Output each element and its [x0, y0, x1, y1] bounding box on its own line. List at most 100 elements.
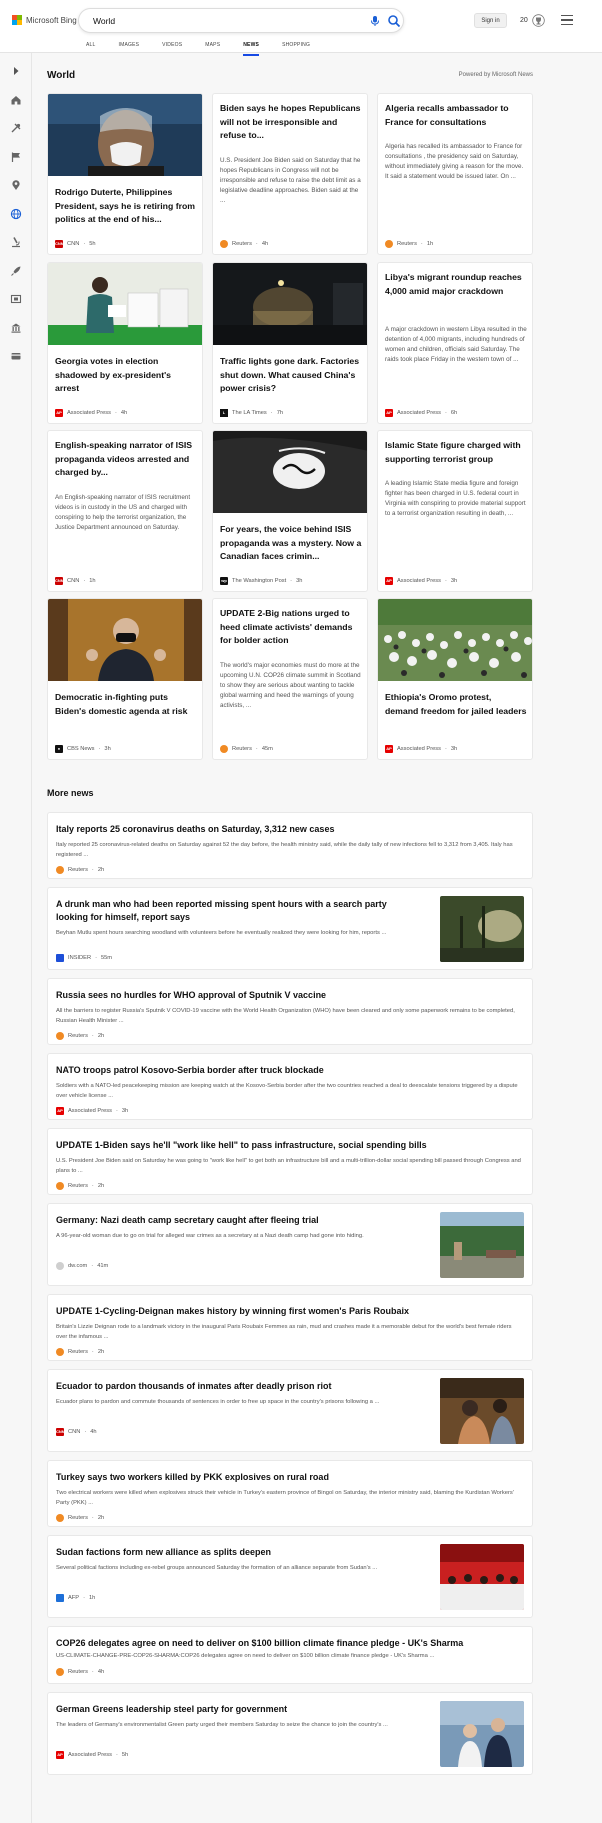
item-title[interactable]: Ecuador to pardon thousands of inmates a… — [56, 1380, 406, 1393]
tab-images[interactable]: IMAGES — [119, 40, 140, 50]
item-title[interactable]: Italy reports 25 coronavirus deaths on S… — [56, 823, 522, 836]
more-news-item[interactable]: UPDATE 1-Cycling-Deignan makes history b… — [47, 1294, 533, 1361]
home-icon[interactable] — [10, 94, 22, 106]
publish-time: 6h — [450, 410, 458, 416]
flag-icon[interactable] — [10, 151, 22, 163]
card-title[interactable]: Biden says he hopes Republicans will not… — [220, 102, 362, 143]
card-title[interactable]: Democratic in-fighting puts Biden's dome… — [55, 691, 197, 718]
cnn-logo-icon: CNN — [56, 1428, 65, 1436]
ap-logo-icon: AP — [385, 409, 393, 417]
rewards-count: 20 — [520, 17, 528, 24]
item-title[interactable]: Turkey says two workers killed by PKK ex… — [56, 1471, 522, 1484]
item-description: Italy reported 25 coronavirus-related de… — [56, 842, 513, 858]
credit-card-icon[interactable] — [10, 350, 22, 362]
item-description: Britain's Lizzie Deignan rode to a landm… — [56, 1324, 512, 1340]
rocket-icon[interactable] — [10, 265, 22, 277]
more-news-item[interactable]: NATO troops patrol Kosovo-Serbia border … — [47, 1053, 533, 1120]
news-card[interactable]: Georgia votes in election shadowed by ex… — [47, 262, 203, 424]
more-news-item[interactable]: UPDATE 1-Biden says he'll "work like hel… — [47, 1128, 533, 1195]
card-description: U.S. President Joe Biden said on Saturda… — [220, 157, 361, 204]
item-title[interactable]: UPDATE 1-Cycling-Deignan makes history b… — [56, 1305, 522, 1318]
rewards-trophy-icon[interactable] — [532, 14, 545, 27]
news-card[interactable]: Democratic in-fighting puts Biden's dome… — [47, 598, 203, 760]
card-source: L The LA Times · 7h — [220, 409, 283, 417]
bank-icon[interactable] — [10, 322, 22, 334]
news-card[interactable]: Biden says he hopes Republicans will not… — [212, 93, 368, 255]
card-title[interactable]: Libya's migrant roundup reaches 4,000 am… — [385, 271, 527, 298]
more-news-item[interactable]: Germany: Nazi death camp secretary caugh… — [47, 1203, 533, 1286]
powered-by-label: Powered by Microsoft News — [458, 72, 533, 78]
card-title[interactable]: Algeria recalls ambassador to France for… — [385, 102, 527, 129]
tools-icon[interactable] — [10, 122, 22, 134]
item-source: AP Associated Press · 3h — [56, 1107, 129, 1115]
hamburger-menu-icon[interactable] — [561, 15, 573, 25]
news-card[interactable]: Islamic State figure charged with suppor… — [377, 430, 533, 592]
card-title[interactable]: Traffic lights gone dark. Factories shut… — [220, 355, 362, 396]
item-title[interactable]: COP26 delegates agree on need to deliver… — [56, 1637, 522, 1650]
card-title[interactable]: Rodrigo Duterte, Philippines President, … — [55, 186, 197, 227]
card-source: Reuters · 4h — [220, 240, 268, 248]
news-card[interactable]: Algeria recalls ambassador to France for… — [377, 93, 533, 255]
ap-logo-icon: AP — [385, 577, 393, 585]
chevron-right-icon[interactable] — [10, 65, 22, 77]
news-card[interactable]: Libya's migrant roundup reaches 4,000 am… — [377, 262, 533, 424]
film-icon[interactable] — [10, 293, 22, 305]
publish-time: 3h — [450, 746, 458, 752]
item-title[interactable]: NATO troops patrol Kosovo-Serbia border … — [56, 1064, 522, 1077]
source-name: Reuters — [232, 746, 252, 752]
item-title[interactable]: Russia sees no hurdles for WHO approval … — [56, 989, 522, 1002]
news-card[interactable]: For years, the voice behind ISIS propaga… — [212, 430, 368, 592]
news-card[interactable]: Ethiopia's Oromo protest, demand freedom… — [377, 598, 533, 760]
more-news-item[interactable]: German Greens leadership steel party for… — [47, 1692, 533, 1775]
cnn-logo-icon: CNN — [55, 240, 64, 248]
item-title[interactable]: German Greens leadership steel party for… — [56, 1703, 406, 1716]
microphone-icon[interactable] — [369, 15, 381, 27]
more-news-item[interactable]: Sudan factions form new alliance as spli… — [47, 1535, 533, 1618]
card-title[interactable]: UPDATE 2-Big nations urged to heed clima… — [220, 607, 362, 648]
tab-maps[interactable]: MAPS — [205, 40, 220, 50]
item-title[interactable]: Germany: Nazi death camp secretary caugh… — [56, 1214, 406, 1227]
card-description: The world's major economies must do more… — [220, 662, 361, 709]
publish-time: 45m — [261, 746, 273, 752]
search-input[interactable] — [93, 13, 323, 29]
ap-logo-icon: AP — [55, 409, 63, 417]
card-title[interactable]: For years, the voice behind ISIS propaga… — [220, 523, 362, 564]
more-news-item[interactable]: COP26 delegates agree on need to deliver… — [47, 1626, 533, 1684]
source-name: The Washington Post — [232, 578, 287, 584]
more-news-item[interactable]: Russia sees no hurdles for WHO approval … — [47, 978, 533, 1045]
source-name: Associated Press — [397, 578, 441, 584]
tab-shopping[interactable]: SHOPPING — [282, 40, 310, 50]
card-title[interactable]: Georgia votes in election shadowed by ex… — [55, 355, 197, 396]
card-title[interactable]: English-speaking narrator of ISIS propag… — [55, 439, 197, 480]
more-news-item[interactable]: Turkey says two workers killed by PKK ex… — [47, 1460, 533, 1527]
card-source: CNN CNN · 5h — [55, 240, 96, 248]
tab-videos[interactable]: VIDEOS — [162, 40, 182, 50]
section-title-world: World — [47, 70, 76, 81]
reuters-logo-icon — [56, 1668, 64, 1676]
tab-news[interactable]: NEWS — [243, 40, 259, 56]
item-title[interactable]: Sudan factions form new alliance as spli… — [56, 1546, 406, 1559]
item-source: AFP · 1h — [56, 1594, 95, 1602]
item-title[interactable]: A drunk man who had been reported missin… — [56, 898, 406, 924]
card-title[interactable]: Islamic State figure charged with suppor… — [385, 439, 527, 466]
sign-in-button[interactable]: Sign in — [474, 13, 507, 28]
item-title[interactable]: UPDATE 1-Biden says he'll "work like hel… — [56, 1139, 522, 1152]
afp-logo-icon — [56, 1594, 64, 1602]
section-title-more-news: More news — [47, 788, 94, 798]
map-pin-icon[interactable] — [10, 179, 22, 191]
news-card[interactable]: Traffic lights gone dark. Factories shut… — [212, 262, 368, 424]
tab-all[interactable]: ALL — [86, 40, 96, 50]
more-news-item[interactable]: Italy reports 25 coronavirus deaths on S… — [47, 812, 533, 879]
globe-icon[interactable] — [10, 208, 22, 220]
search-icon[interactable] — [387, 14, 401, 28]
item-source: Reuters · 2h — [56, 866, 104, 874]
news-card[interactable]: UPDATE 2-Big nations urged to heed clima… — [212, 598, 368, 760]
news-card[interactable]: English-speaking narrator of ISIS propag… — [47, 430, 203, 592]
more-news-item[interactable]: A drunk man who had been reported missin… — [47, 887, 533, 970]
item-description: Ecuador plans to pardon and commute thou… — [56, 1399, 380, 1405]
card-title[interactable]: Ethiopia's Oromo protest, demand freedom… — [385, 691, 527, 718]
more-news-item[interactable]: Ecuador to pardon thousands of inmates a… — [47, 1369, 533, 1452]
bing-logo[interactable]: Microsoft Bing — [12, 15, 77, 25]
microscope-icon[interactable] — [10, 236, 22, 248]
news-card[interactable]: Rodrigo Duterte, Philippines President, … — [47, 93, 203, 255]
